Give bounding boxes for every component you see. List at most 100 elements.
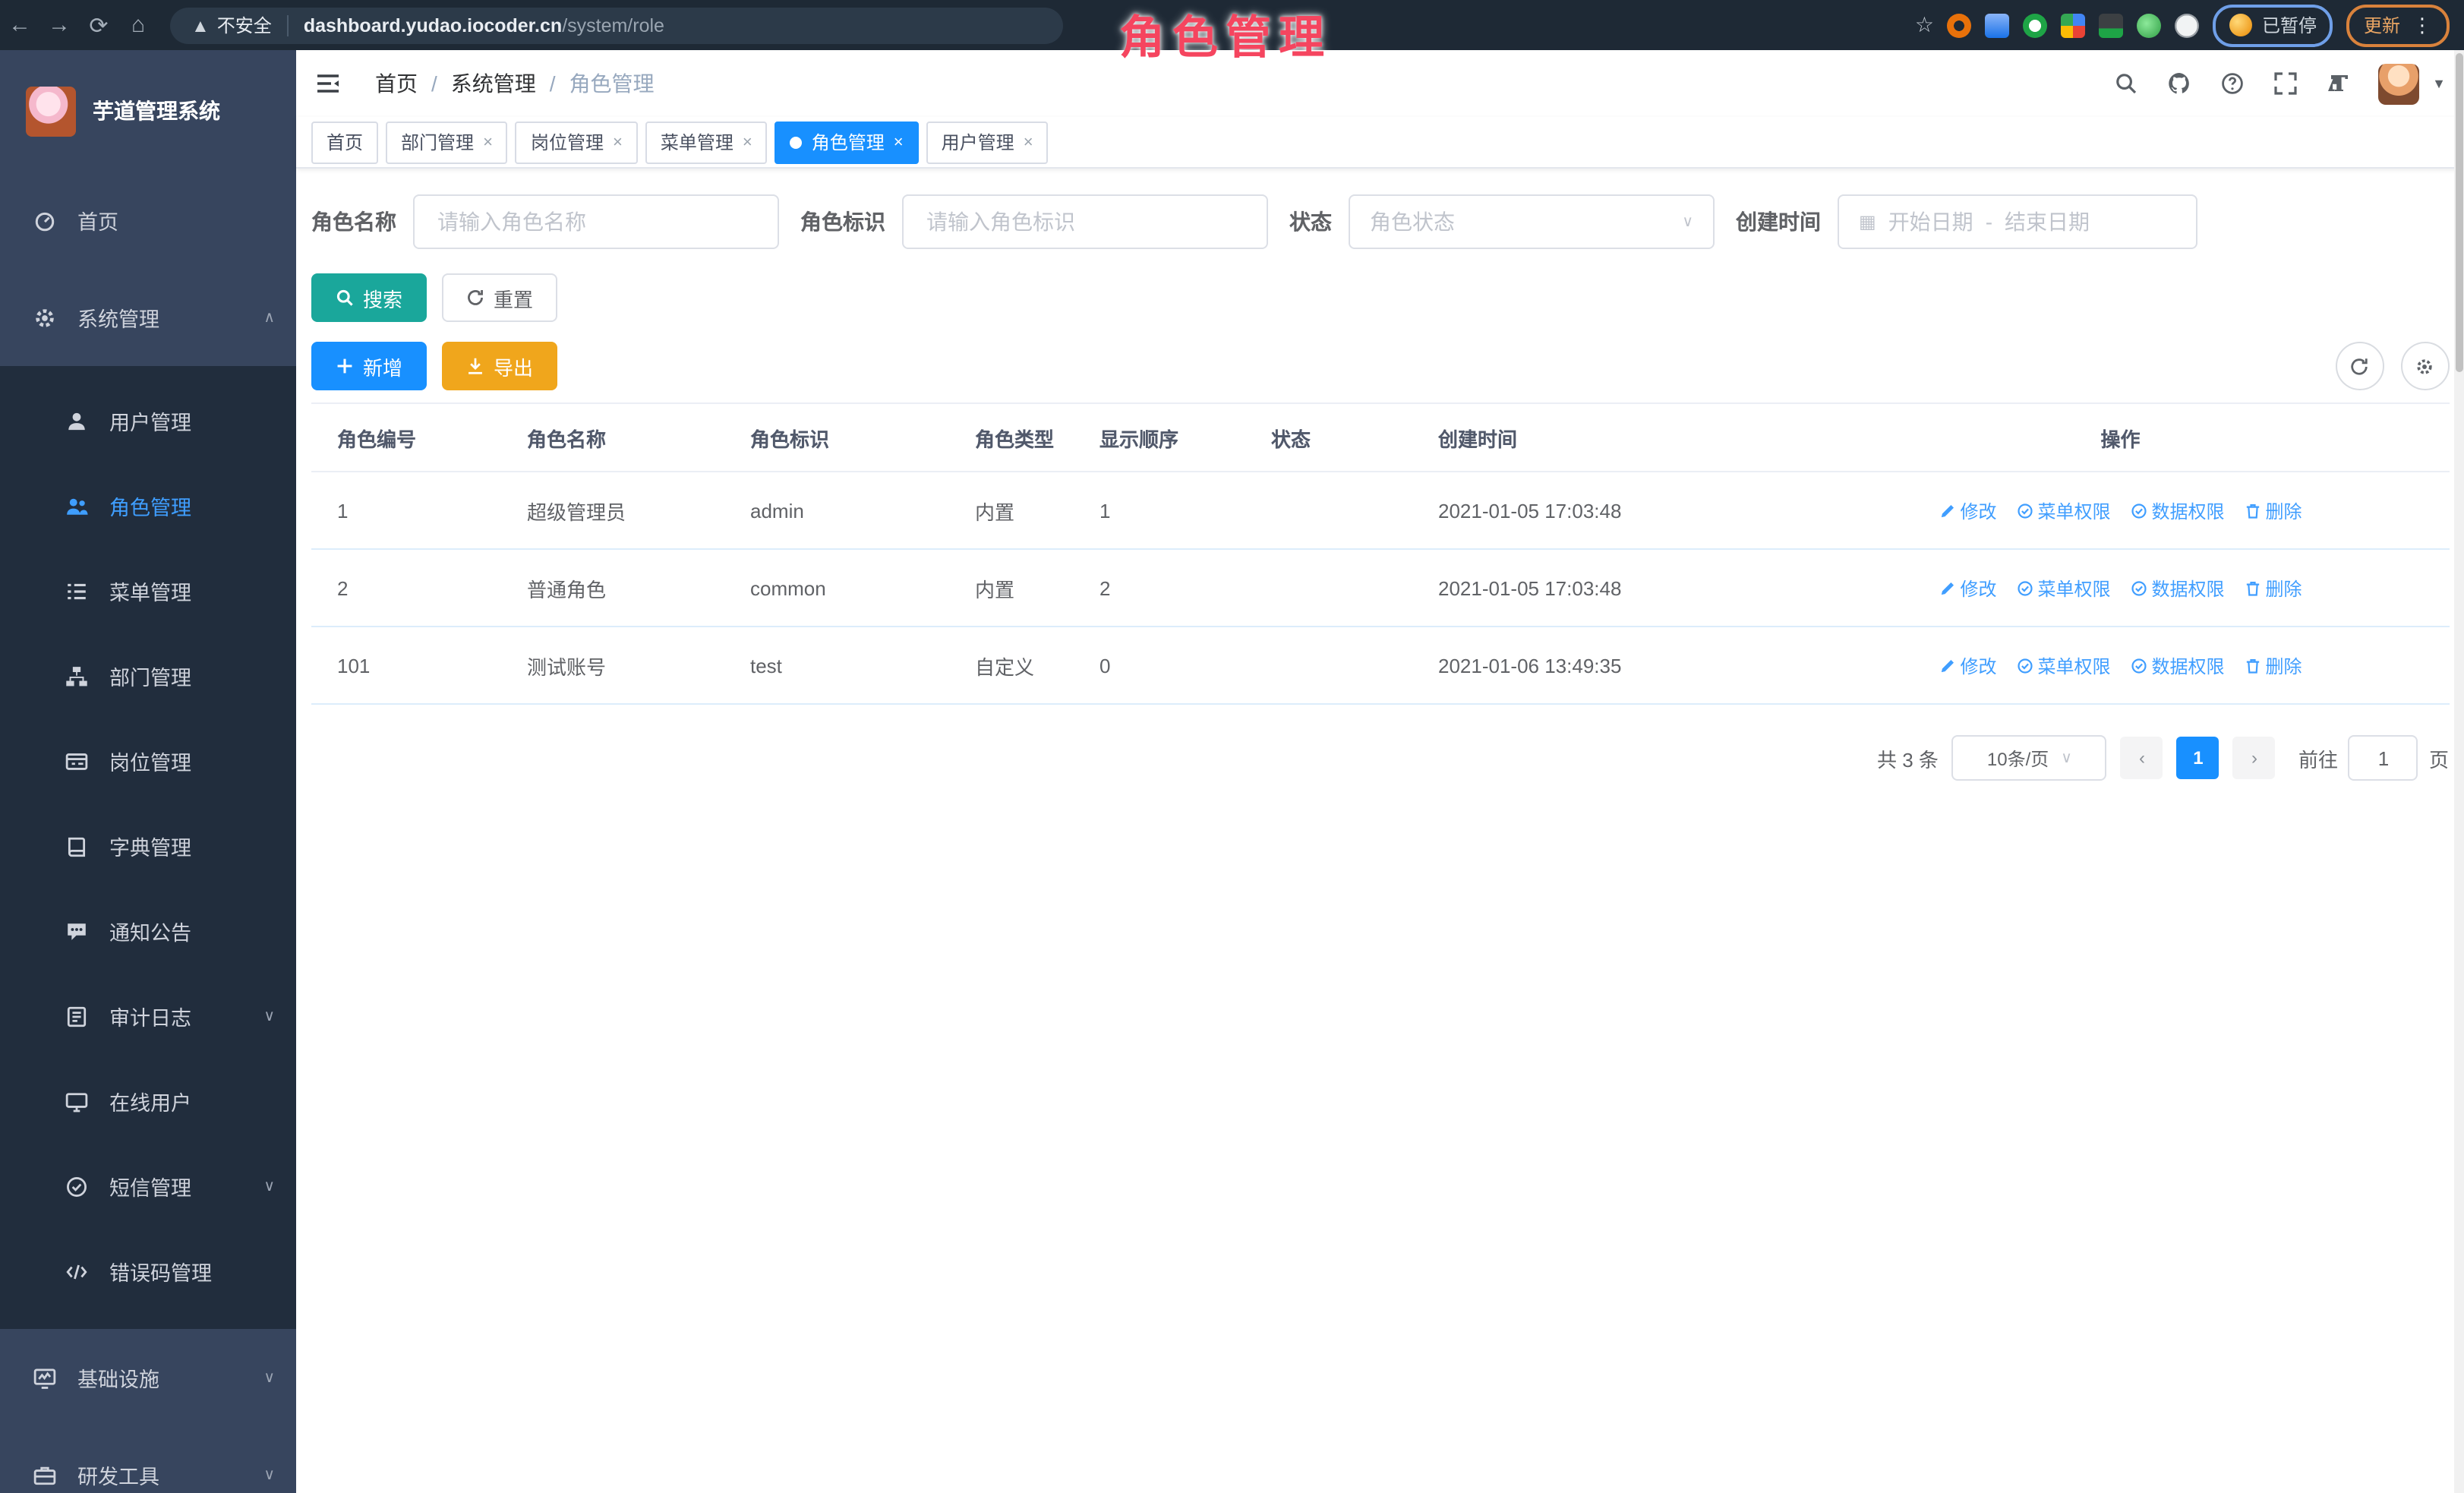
extension-icon[interactable] <box>2100 13 2124 37</box>
tab-users[interactable]: 用户管理× <box>926 121 1049 163</box>
sidebar-item-audit-log[interactable]: 审计日志 ∨ <box>0 974 296 1059</box>
tab-label: 菜单管理 <box>661 129 734 155</box>
page-size-select[interactable]: 10条/页 ∨ <box>1952 735 2107 781</box>
table-row: 101 测试账号 test 自定义 0 2021-01-06 13:49:35 … <box>311 627 2449 705</box>
search-button-label: 搜索 <box>363 283 402 312</box>
search-button[interactable]: 搜索 <box>311 273 427 322</box>
date-range-picker[interactable]: ▦ 开始日期 - 结束日期 <box>1838 194 2197 249</box>
next-page-button[interactable]: › <box>2233 737 2276 779</box>
tab-menus[interactable]: 菜单管理 × <box>645 121 768 163</box>
extension-icon[interactable] <box>2024 13 2048 37</box>
user-avatar[interactable] <box>2377 63 2418 104</box>
extension-icon[interactable] <box>1986 13 2010 37</box>
scrollbar[interactable] <box>2453 50 2464 1493</box>
export-button[interactable]: 导出 <box>442 342 557 390</box>
security-warning[interactable]: ▲ 不安全 <box>191 12 272 38</box>
close-icon[interactable]: × <box>483 133 493 151</box>
browser-home-icon[interactable]: ⌂ <box>118 12 158 38</box>
sidebar-item-system[interactable]: 系统管理 ∧ <box>0 269 296 366</box>
menu-permission-link[interactable]: 菜单权限 <box>2016 652 2110 678</box>
extension-icon[interactable] <box>2137 13 2162 37</box>
breadcrumb-current: 角色管理 <box>569 68 655 99</box>
role-name-input[interactable] <box>434 208 758 235</box>
add-button[interactable]: 新增 <box>311 342 427 390</box>
close-icon[interactable]: × <box>743 133 752 151</box>
browser-update-button[interactable]: 更新 ⋮ <box>2347 4 2449 46</box>
sidebar-item-label: 角色管理 <box>109 491 191 521</box>
edit-link[interactable]: 修改 <box>1939 652 1996 678</box>
edit-label: 修改 <box>1960 575 1996 601</box>
tab-roles[interactable]: 角色管理× <box>775 121 919 163</box>
sidebar-item-departments[interactable]: 部门管理 <box>0 633 296 718</box>
goto-page-input[interactable] <box>2349 735 2418 781</box>
sidebar-item-users[interactable]: 用户管理 <box>0 378 296 463</box>
code-icon <box>64 1259 88 1283</box>
browser-back-icon[interactable]: ← <box>0 12 39 38</box>
delete-link[interactable]: 删除 <box>2245 652 2302 678</box>
prev-page-button[interactable]: ‹ <box>2121 737 2163 779</box>
scrollbar-thumb[interactable] <box>2455 53 2462 372</box>
delete-link[interactable]: 删除 <box>2245 497 2302 523</box>
sidebar-item-online-users[interactable]: 在线用户 <box>0 1059 296 1144</box>
tab-home[interactable]: 首页 <box>311 121 378 163</box>
sidebar-item-error-codes[interactable]: 错误码管理 <box>0 1229 296 1314</box>
browser-menu-icon[interactable]: ⋮ <box>2412 13 2432 37</box>
extension-icon[interactable] <box>2175 13 2200 37</box>
status-select[interactable]: 角色状态 ∨ <box>1349 194 1715 249</box>
edit-link[interactable]: 修改 <box>1939 575 1996 601</box>
tab-departments[interactable]: 部门管理× <box>386 121 508 163</box>
github-icon[interactable] <box>2165 70 2192 97</box>
sidebar-item-announcements[interactable]: 通知公告 <box>0 889 296 974</box>
audit-log-icon <box>64 1004 88 1028</box>
font-size-icon[interactable] <box>2324 70 2352 97</box>
menu-permission-link[interactable]: 菜单权限 <box>2016 575 2110 601</box>
browser-forward-icon[interactable]: → <box>39 12 79 38</box>
role-type-cell: 内置 <box>949 573 1074 602</box>
extension-icon[interactable] <box>2062 13 2086 37</box>
tab-posts[interactable]: 岗位管理× <box>516 121 638 163</box>
sidebar-item-menus[interactable]: 菜单管理 <box>0 548 296 633</box>
bookmark-star-icon[interactable]: ☆ <box>1915 12 1934 38</box>
data-permission-link[interactable]: 数据权限 <box>2131 575 2225 601</box>
data-permission-link[interactable]: 数据权限 <box>2131 497 2225 523</box>
goto-page: 前往 页 <box>2298 735 2449 781</box>
delete-label: 删除 <box>2266 497 2302 523</box>
breadcrumb-system[interactable]: 系统管理 <box>451 68 536 99</box>
help-icon[interactable] <box>2218 70 2245 97</box>
sidebar-item-home[interactable]: 首页 <box>0 172 296 269</box>
reset-button[interactable]: 重置 <box>442 273 557 322</box>
close-icon[interactable]: × <box>894 133 904 151</box>
sidebar-item-label: 错误码管理 <box>109 1256 212 1286</box>
browser-reload-icon[interactable]: ⟳ <box>79 11 118 39</box>
delete-link[interactable]: 删除 <box>2245 575 2302 601</box>
sidebar-item-dictionary[interactable]: 字典管理 <box>0 803 296 889</box>
sidebar-item-devtools[interactable]: 研发工具 ∨ <box>0 1426 296 1493</box>
chevron-down-icon[interactable]: ▼ <box>2432 76 2446 91</box>
breadcrumb-home[interactable]: 首页 <box>375 68 418 99</box>
refresh-button[interactable] <box>2335 342 2384 390</box>
total-count: 共 3 条 <box>1877 743 1939 772</box>
actions-cell: 修改 菜单权限 数据权限 删除 <box>1792 652 2449 678</box>
sidebar-item-infrastructure[interactable]: 基础设施 ∨ <box>0 1329 296 1426</box>
column-settings-button[interactable] <box>2400 342 2449 390</box>
role-key-input[interactable] <box>923 208 1247 235</box>
search-icon[interactable] <box>2112 70 2139 97</box>
edit-link[interactable]: 修改 <box>1939 497 1996 523</box>
page-1-button[interactable]: 1 <box>2177 737 2219 779</box>
close-icon[interactable]: × <box>1024 133 1033 151</box>
sidebar-item-roles[interactable]: 角色管理 <box>0 463 296 548</box>
sidebar-item-label: 审计日志 <box>109 1001 191 1031</box>
sidebar-item-posts[interactable]: 岗位管理 <box>0 718 296 803</box>
hamburger-icon[interactable] <box>314 70 342 97</box>
sidebar-item-sms[interactable]: 短信管理 ∨ <box>0 1144 296 1229</box>
address-bar[interactable]: ▲ 不安全 dashboard.yudao.iocoder.cn/system/… <box>170 7 1063 43</box>
circle-check-icon <box>2016 502 2033 519</box>
data-permission-link[interactable]: 数据权限 <box>2131 652 2225 678</box>
screen: ← → ⟳ ⌂ ▲ 不安全 dashboard.yudao.iocoder.cn… <box>0 0 2464 1493</box>
fullscreen-icon[interactable] <box>2271 70 2298 97</box>
close-icon[interactable]: × <box>613 133 623 151</box>
profile-chip[interactable]: 已暂停 <box>2213 4 2333 46</box>
app-logo[interactable]: 芋道管理系统 <box>0 50 296 172</box>
extension-icon[interactable] <box>1948 13 1972 37</box>
menu-permission-link[interactable]: 菜单权限 <box>2016 497 2110 523</box>
